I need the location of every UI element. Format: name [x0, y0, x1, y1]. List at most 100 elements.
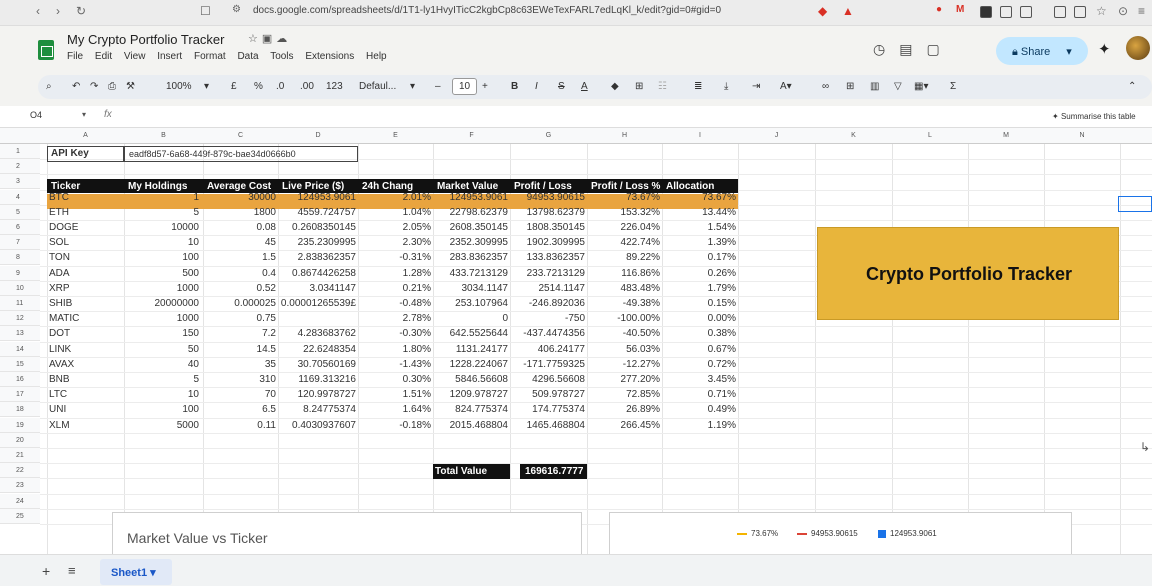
table-cell[interactable]: 233.7213129: [511, 268, 585, 279]
row-header[interactable]: 7: [0, 235, 40, 251]
filter-icon[interactable]: ▽: [894, 81, 902, 92]
gemini-icon[interactable]: ✦: [1098, 40, 1111, 58]
table-cell[interactable]: 0.72%: [663, 359, 736, 370]
profile-icon[interactable]: ⊙: [1118, 4, 1128, 18]
table-cell[interactable]: 2352.309995: [434, 237, 508, 248]
star-icon[interactable]: ☆: [248, 33, 262, 45]
comments-icon[interactable]: ▤: [899, 41, 926, 57]
table-header-cell[interactable]: Average Cost: [207, 181, 271, 192]
sheet-tab-dropdown-icon[interactable]: ▾: [150, 567, 156, 579]
table-cell[interactable]: 433.7213129: [434, 268, 508, 279]
table-cell[interactable]: 45: [204, 237, 276, 248]
search-menus-icon[interactable]: ⌕: [46, 81, 52, 92]
decrease-decimal-button[interactable]: .0: [276, 81, 284, 92]
ticker-cell[interactable]: XRP: [49, 283, 70, 294]
warning-icon[interactable]: ▲: [842, 4, 854, 18]
table-cell[interactable]: -750: [511, 313, 585, 324]
table-cell[interactable]: 5: [125, 374, 199, 385]
table-cell[interactable]: 253.107964: [434, 298, 508, 309]
column-header-c[interactable]: C: [203, 132, 278, 139]
table-cell[interactable]: 0: [434, 313, 508, 324]
table-cell[interactable]: 30.70560169: [279, 359, 356, 370]
table-cell[interactable]: 266.45%: [588, 420, 660, 431]
table-cell[interactable]: 0.52: [204, 283, 276, 294]
italic-button[interactable]: I: [535, 81, 538, 92]
menu-extensions[interactable]: Extensions: [305, 51, 354, 62]
menu-tools[interactable]: Tools: [270, 51, 293, 62]
vertical-align-icon[interactable]: ⤓: [724, 81, 728, 92]
table-cell[interactable]: 2.01%: [359, 192, 431, 203]
table-cell[interactable]: 10: [125, 389, 199, 400]
font-size-increase-button[interactable]: +: [482, 81, 488, 92]
table-cell[interactable]: 30000: [204, 192, 276, 203]
table-cell[interactable]: 116.86%: [588, 268, 660, 279]
row-header[interactable]: 16: [0, 372, 40, 387]
table-cell[interactable]: 0.21%: [359, 283, 431, 294]
row-header[interactable]: 24: [0, 493, 40, 509]
active-cell-outline[interactable]: [1118, 196, 1152, 212]
tab-search-icon[interactable]: [1074, 6, 1086, 18]
strikethrough-button[interactable]: S: [558, 81, 565, 92]
table-cell[interactable]: 22.6248354: [279, 344, 356, 355]
number-format-button[interactable]: 123: [326, 81, 343, 92]
row-header[interactable]: 15: [0, 356, 40, 372]
forward-icon[interactable]: ›: [56, 4, 60, 18]
star-outline-icon[interactable]: ☆: [1096, 4, 1107, 18]
table-cell[interactable]: 124953.9061: [279, 192, 356, 203]
table-cell[interactable]: 5846.56608: [434, 374, 508, 385]
table-cell[interactable]: 10000: [125, 222, 199, 233]
table-cell[interactable]: 3.0341147: [279, 283, 356, 294]
table-cell[interactable]: -1.43%: [359, 359, 431, 370]
table-cell[interactable]: 1.80%: [359, 344, 431, 355]
ticker-cell[interactable]: DOGE: [49, 222, 78, 233]
row-header[interactable]: 22: [0, 463, 40, 479]
ticker-cell[interactable]: ETH: [49, 207, 69, 218]
table-cell[interactable]: 1.28%: [359, 268, 431, 279]
table-cell[interactable]: -40.50%: [588, 328, 660, 339]
table-cell[interactable]: 2608.350145: [434, 222, 508, 233]
table-cell[interactable]: -0.48%: [359, 298, 431, 309]
merge-cells-icon[interactable]: ☷: [658, 81, 667, 92]
table-cell[interactable]: 277.20%: [588, 374, 660, 385]
percent-format-button[interactable]: %: [254, 81, 263, 92]
column-header-i[interactable]: I: [662, 132, 738, 139]
table-header-cell[interactable]: My Holdings: [128, 181, 187, 192]
ticker-cell[interactable]: XLM: [49, 420, 70, 431]
table-cell[interactable]: 2.78%: [359, 313, 431, 324]
table-cell[interactable]: 1.39%: [663, 237, 736, 248]
table-cell[interactable]: 120.9978727: [279, 389, 356, 400]
site-info-icon[interactable]: ⚙: [232, 4, 241, 15]
table-cell[interactable]: 13798.62379: [511, 207, 585, 218]
row-header[interactable]: 1: [0, 144, 40, 159]
extension-box-icon[interactable]: [1020, 6, 1032, 18]
menu-icon[interactable]: ≡: [1138, 4, 1145, 18]
table-cell[interactable]: 0.8674426258: [279, 268, 356, 279]
table-header-cell[interactable]: Allocation: [666, 181, 714, 192]
column-header-k[interactable]: K: [815, 132, 892, 139]
table-cell[interactable]: 0.38%: [663, 328, 736, 339]
table-cell[interactable]: 1: [125, 192, 199, 203]
table-cell[interactable]: -100.00%: [588, 313, 660, 324]
column-header-m[interactable]: M: [968, 132, 1044, 139]
bookmark-icon[interactable]: ☐: [200, 4, 211, 18]
font-dropdown-icon[interactable]: ▾: [410, 81, 415, 92]
collapse-toolbar-icon[interactable]: ⌃: [1128, 81, 1136, 92]
gmail-icon[interactable]: M: [956, 4, 964, 15]
table-cell[interactable]: 1.54%: [663, 222, 736, 233]
table-header-cell[interactable]: Profit / Loss %: [591, 181, 660, 192]
table-cell[interactable]: 2.838362357: [279, 252, 356, 263]
table-cell[interactable]: 2.30%: [359, 237, 431, 248]
table-cell[interactable]: 483.48%: [588, 283, 660, 294]
row-header[interactable]: 6: [0, 220, 40, 235]
row-header[interactable]: 18: [0, 402, 40, 418]
row-header[interactable]: 23: [0, 478, 40, 494]
table-cell[interactable]: 0.11: [204, 420, 276, 431]
row-header[interactable]: 11: [0, 296, 40, 311]
table-cell[interactable]: 0.17%: [663, 252, 736, 263]
summarise-table-button[interactable]: ✦ Summarise this table: [1052, 112, 1136, 121]
table-cell[interactable]: 1902.309995: [511, 237, 585, 248]
tracker-title-box[interactable]: Crypto Portfolio Tracker: [817, 227, 1119, 320]
text-rotation-icon[interactable]: A▾: [780, 81, 792, 92]
table-cell[interactable]: 0.26%: [663, 268, 736, 279]
table-cell[interactable]: 5: [125, 207, 199, 218]
